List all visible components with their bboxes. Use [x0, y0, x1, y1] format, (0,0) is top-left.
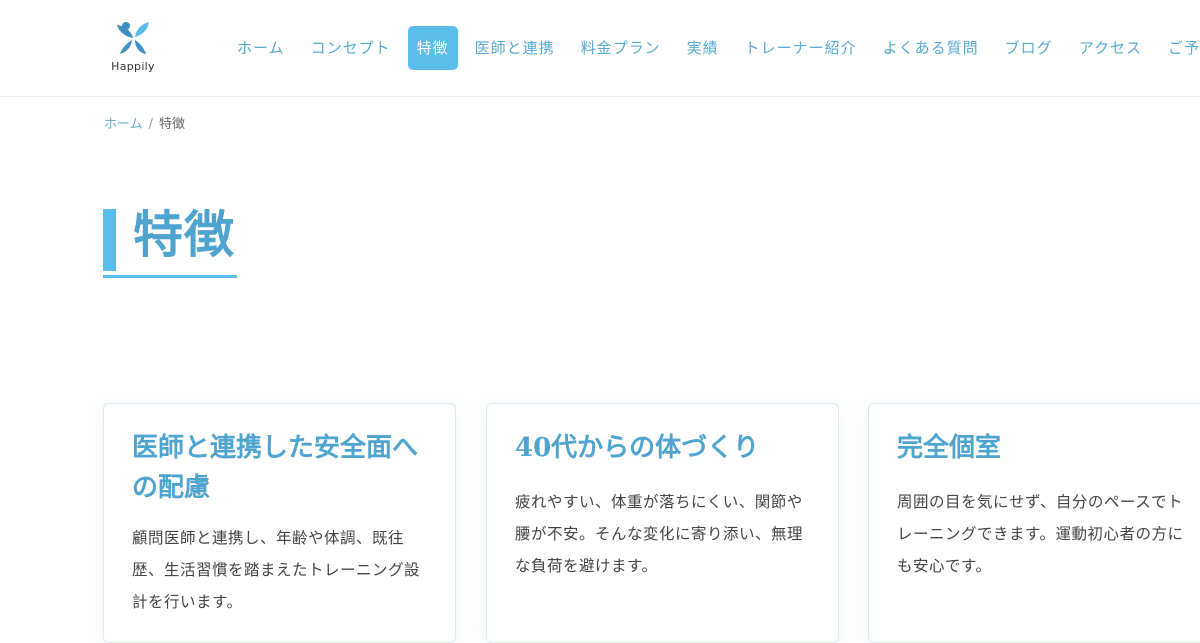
nav-item-features[interactable]: 特徴: [407, 26, 458, 70]
breadcrumb: ホーム / 特徴: [104, 113, 185, 132]
page-title: 特徴: [133, 205, 235, 264]
nav-item-access[interactable]: アクセス: [1066, 26, 1155, 70]
feature-card-title: 医師と連携した安全面への配慮: [132, 433, 419, 503]
breadcrumb-separator: /: [148, 117, 154, 132]
nav-item-reservation[interactable]: ご予約: [1155, 26, 1200, 70]
feature-card-text: 周囲の目を気にせず、自分のペースでトレーニングできます。運動初心者の方にも安心で…: [897, 493, 1184, 575]
logo-mark-icon: [117, 22, 149, 54]
nav-item-blog[interactable]: ブログ: [992, 26, 1066, 70]
feature-card-title: 完全個室: [897, 433, 1002, 463]
breadcrumb-home-link[interactable]: ホーム: [104, 117, 143, 132]
feature-card-age40: 40代からの体づくり 疲れやすい、体重が落ちにくい、関節や腰が不安。そんな変化に…: [486, 403, 839, 643]
nav-item-concept[interactable]: コンセプト: [298, 26, 404, 70]
nav-item-results[interactable]: 実績: [674, 26, 732, 70]
nav-item-doctor[interactable]: 医師と連携: [462, 26, 568, 70]
title-accent-bar: [103, 209, 116, 271]
feature-card-private-room: 完全個室 周囲の目を気にせず、自分のペースでトレーニングできます。運動初心者の方…: [868, 403, 1200, 643]
feature-card-doctor: 医師と連携した安全面への配慮 顧問医師と連携し、年齢や体調、既往歴、生活習慣を踏…: [103, 403, 456, 643]
main-nav: ホーム コンセプト 特徴 医師と連携 料金プラン 実績 トレーナー紹介 よくある…: [224, 26, 1200, 70]
site-logo[interactable]: Happily: [108, 20, 158, 78]
feature-card-text: 疲れやすい、体重が落ちにくい、関節や腰が不安。そんな変化に寄り添い、無理な負荷を…: [515, 493, 804, 575]
site-header: Happily ホーム コンセプト 特徴 医師と連携 料金プラン 実績 トレーナ…: [0, 0, 1200, 97]
breadcrumb-current: 特徴: [159, 117, 186, 132]
feature-card-text: 顧問医師と連携し、年齢や体調、既往歴、生活習慣を踏まえたトレーニング設計を行いま…: [132, 529, 421, 611]
logo-text: Happily: [111, 60, 155, 73]
nav-item-trainers[interactable]: トレーナー紹介: [732, 26, 870, 70]
title-underline: [103, 275, 237, 278]
nav-item-pricing[interactable]: 料金プラン: [568, 26, 674, 70]
nav-item-faq[interactable]: よくある質問: [870, 26, 992, 70]
feature-card-title: 40代からの体づくり: [515, 433, 760, 463]
nav-item-home[interactable]: ホーム: [224, 26, 298, 70]
